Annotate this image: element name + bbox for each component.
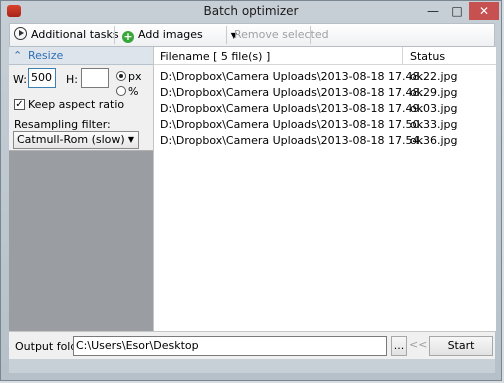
maximize-button[interactable]: □ <box>445 2 469 20</box>
add-images-label: Add images <box>138 28 203 41</box>
play-icon <box>14 27 27 40</box>
file-status: ok <box>410 118 424 131</box>
status-column-header[interactable]: Status <box>410 50 445 63</box>
remove-selected-button[interactable]: Remove selected <box>234 24 329 46</box>
file-status: ok <box>410 134 424 147</box>
resize-section-header[interactable]: ⌃ Resize <box>9 47 153 65</box>
resampling-filter-value: Catmull-Rom (slow) <box>17 133 125 146</box>
filename-column-header[interactable]: Filename [ 5 file(s) ] <box>160 50 270 63</box>
unit-px-label: px <box>128 70 142 83</box>
unit-px-radio[interactable] <box>116 71 126 81</box>
resampling-filter-select[interactable]: Catmull-Rom (slow) ▼ <box>13 131 139 149</box>
toolbar-divider <box>310 26 311 44</box>
column-divider[interactable] <box>402 47 403 65</box>
start-button[interactable]: Start <box>429 336 493 356</box>
file-list[interactable]: Filename [ 5 file(s) ] Status D:\Dropbox… <box>153 47 496 331</box>
additional-tasks-label: Additional tasks <box>31 28 119 41</box>
remove-selected-label: Remove selected <box>234 28 329 41</box>
output-folder-input[interactable]: C:\Users\Esor\Desktop <box>73 336 387 356</box>
resize-title: Resize <box>28 49 64 62</box>
height-input[interactable] <box>81 68 109 88</box>
title-bar[interactable]: Batch optimizer — □ ✕ <box>1 1 501 23</box>
toolbar-divider <box>114 26 115 44</box>
file-row[interactable]: D:\Dropbox\Camera Uploads\2013-08-18 17.… <box>154 117 496 133</box>
settings-panel: ⌃ Resize W: 500 H: px % ✓ Keep aspect ra… <box>9 47 153 331</box>
resampling-filter-label: Resampling filter: <box>14 118 111 131</box>
file-row[interactable]: D:\Dropbox\Camera Uploads\2013-08-18 17.… <box>154 101 496 117</box>
app-window: Batch optimizer — □ ✕ Additional tasks▼ … <box>0 0 502 381</box>
file-row[interactable]: D:\Dropbox\Camera Uploads\2013-08-18 17.… <box>154 133 496 149</box>
toolbar-divider <box>226 26 227 44</box>
width-input[interactable]: 500 <box>28 68 56 88</box>
minimize-button[interactable]: — <box>421 2 445 20</box>
file-row[interactable]: D:\Dropbox\Camera Uploads\2013-08-18 17.… <box>154 69 496 85</box>
file-row[interactable]: D:\Dropbox\Camera Uploads\2013-08-18 17.… <box>154 85 496 101</box>
width-label: W: <box>13 73 27 86</box>
unit-percent-radio[interactable] <box>116 86 126 96</box>
browse-button[interactable]: ... <box>391 336 407 356</box>
toolbar: Additional tasks▼ +Add images▼ Remove se… <box>9 23 495 47</box>
file-status: ok <box>410 70 424 83</box>
status-bar <box>9 359 495 373</box>
add-icon: + <box>122 30 134 43</box>
collapse-icon: ⌃ <box>13 49 23 62</box>
file-status: ok <box>410 102 424 115</box>
back-button[interactable]: << <box>409 336 427 356</box>
unit-percent-label: % <box>128 85 139 98</box>
file-list-header: Filename [ 5 file(s) ] Status <box>154 47 496 65</box>
keep-aspect-label: Keep aspect ratio <box>28 98 125 111</box>
file-status: ok <box>410 86 424 99</box>
add-images-button[interactable]: + Add images ▼ <box>122 24 237 46</box>
resize-section: W: 500 H: px % ✓ Keep aspect ratio Resam… <box>9 65 153 151</box>
keep-aspect-checkbox[interactable]: ✓ <box>14 99 25 110</box>
close-button[interactable]: ✕ <box>469 2 499 20</box>
height-label: H: <box>66 73 78 86</box>
chevron-down-icon: ▼ <box>127 135 134 144</box>
output-bar: Output folder: C:\Users\Esor\Desktop ...… <box>9 331 495 360</box>
